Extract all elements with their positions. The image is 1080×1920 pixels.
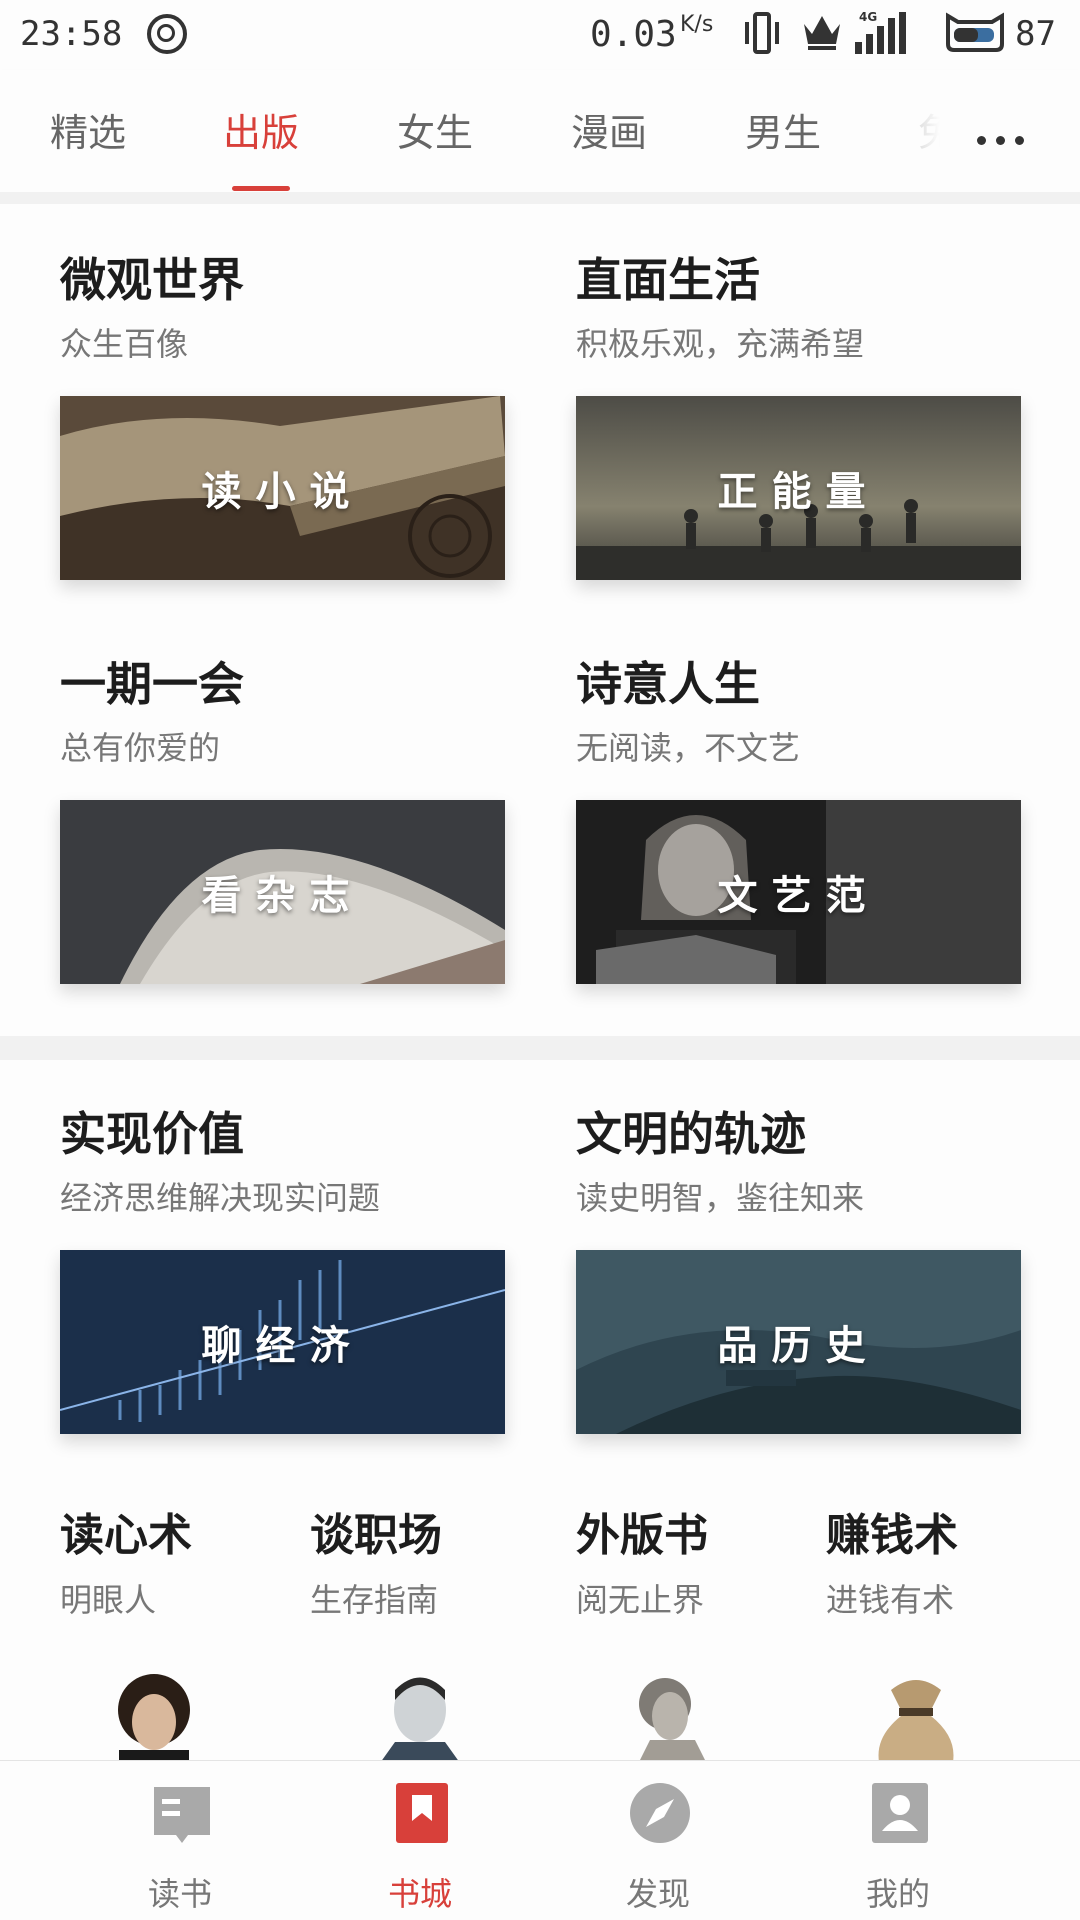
mini-card-title: 赚钱术 xyxy=(826,1510,958,1561)
nav-item-profile[interactable]: 我的 xyxy=(798,1781,998,1920)
category-card[interactable]: 微观世界 众生百像 读小说 xyxy=(60,252,505,580)
mini-card-subtitle: 进钱有术 xyxy=(826,1581,955,1619)
category-card[interactable]: 一期一会 总有你爱的 看杂志 xyxy=(60,656,505,984)
mini-category-card[interactable]: 读心术 明眼人 xyxy=(60,1510,290,1770)
mini-card-subtitle: 阅无止界 xyxy=(576,1581,705,1619)
gallery-notification-icon xyxy=(147,14,187,54)
mini-card-title: 谈职场 xyxy=(310,1510,442,1561)
tab-nansheng[interactable]: 男生 xyxy=(745,102,821,157)
card-banner-positive[interactable]: 正能量 xyxy=(576,396,1021,580)
card-title: 文明的轨迹 xyxy=(576,1107,806,1161)
nav-item-bookstore[interactable]: 书城 xyxy=(320,1781,520,1920)
status-bar: 23:58 0.03 K/s 4G 87 xyxy=(0,0,1080,70)
money-bag-image xyxy=(878,1680,954,1770)
network-type: 4G xyxy=(859,10,878,24)
businessman-portrait-image xyxy=(375,1677,465,1770)
banner-label: 品历史 xyxy=(717,1323,880,1369)
nav-item-discover[interactable]: 发现 xyxy=(558,1781,758,1920)
mini-category-card[interactable]: 谈职场 生存指南 xyxy=(310,1510,540,1770)
card-subtitle: 经济思维解决现实问题 xyxy=(60,1179,381,1217)
card-subtitle: 总有你爱的 xyxy=(60,729,221,767)
vibrate-icon xyxy=(745,12,779,54)
active-tab-indicator xyxy=(232,186,290,191)
card-banner-economics[interactable]: 聊经济 xyxy=(60,1250,505,1434)
signal-icon: 4G xyxy=(855,10,915,54)
mini-card-subtitle: 生存指南 xyxy=(310,1581,439,1619)
status-time: 23:58 xyxy=(20,14,123,54)
nav-item-reading[interactable]: 读书 xyxy=(80,1781,280,1920)
cat-battery-icon xyxy=(946,12,1004,52)
category-card[interactable]: 直面生活 积极乐观，充满希望 正能量 xyxy=(576,252,1021,580)
section-divider xyxy=(0,1036,1080,1060)
card-banner-history[interactable]: 品历史 xyxy=(576,1250,1021,1434)
banner-label: 读小说 xyxy=(201,469,364,515)
section-divider xyxy=(0,192,1080,204)
tab-jingxuan[interactable]: 精选 xyxy=(50,102,126,157)
card-subtitle: 无阅读，不文艺 xyxy=(576,729,801,767)
banner-label: 聊经济 xyxy=(201,1323,364,1369)
compass-icon xyxy=(630,1783,690,1843)
banner-label: 正能量 xyxy=(717,469,880,515)
card-subtitle: 众生百像 xyxy=(60,325,189,363)
network-speed-unit: K/s xyxy=(680,12,714,37)
nav-label: 发现 xyxy=(625,1875,690,1913)
bottom-navigation: 读书 书城 发现 我的 xyxy=(0,1760,1080,1920)
tabs-fade xyxy=(880,70,940,192)
nav-label: 我的 xyxy=(865,1875,930,1913)
card-title: 直面生活 xyxy=(576,253,760,307)
mini-card-title: 读心术 xyxy=(60,1510,192,1561)
card-subtitle: 读史明智，鉴往知来 xyxy=(576,1179,865,1217)
bookmark-icon xyxy=(396,1783,448,1843)
nav-label: 读书 xyxy=(147,1875,212,1913)
category-card[interactable]: 诗意人生 无阅读，不文艺 文艺范 xyxy=(576,656,1021,984)
book-icon xyxy=(154,1787,210,1843)
banner-label: 看杂志 xyxy=(201,873,364,919)
mini-category-card[interactable]: 赚钱术 进钱有术 xyxy=(826,1510,1056,1770)
card-banner-novel[interactable]: 读小说 xyxy=(60,396,505,580)
nav-label: 书城 xyxy=(387,1875,452,1913)
card-title: 诗意人生 xyxy=(576,657,760,711)
category-card[interactable]: 实现价值 经济思维解决现实问题 聊经济 xyxy=(60,1106,505,1434)
mini-card-subtitle: 明眼人 xyxy=(60,1581,157,1619)
card-subtitle: 积极乐观，充满希望 xyxy=(576,325,865,363)
banner-label: 文艺范 xyxy=(717,873,880,919)
category-tabs: 精选 出版 女生 漫画 男生 免 xyxy=(0,70,1080,192)
david-statue-image xyxy=(635,1678,710,1770)
tab-nvsheng[interactable]: 女生 xyxy=(397,102,473,157)
category-card[interactable]: 文明的轨迹 读史明智，鉴往知来 品历史 xyxy=(576,1106,1021,1434)
network-speed: 0.03 xyxy=(590,14,677,55)
sherlock-portrait-image xyxy=(118,1674,190,1770)
crown-icon xyxy=(804,16,840,50)
mini-card-title: 外版书 xyxy=(576,1510,708,1561)
card-title: 一期一会 xyxy=(60,657,244,711)
tab-chuban[interactable]: 出版 xyxy=(223,102,299,157)
tab-manhua[interactable]: 漫画 xyxy=(571,102,647,157)
more-dots-icon[interactable] xyxy=(965,125,1035,155)
card-title: 微观世界 xyxy=(60,253,244,307)
battery-level: 87 xyxy=(1015,14,1056,54)
card-title: 实现价值 xyxy=(60,1107,244,1161)
card-banner-magazine[interactable]: 看杂志 xyxy=(60,800,505,984)
mini-category-card[interactable]: 外版书 阅无止界 xyxy=(576,1510,806,1770)
card-banner-literary[interactable]: 文艺范 xyxy=(576,800,1021,984)
profile-icon xyxy=(872,1783,928,1843)
